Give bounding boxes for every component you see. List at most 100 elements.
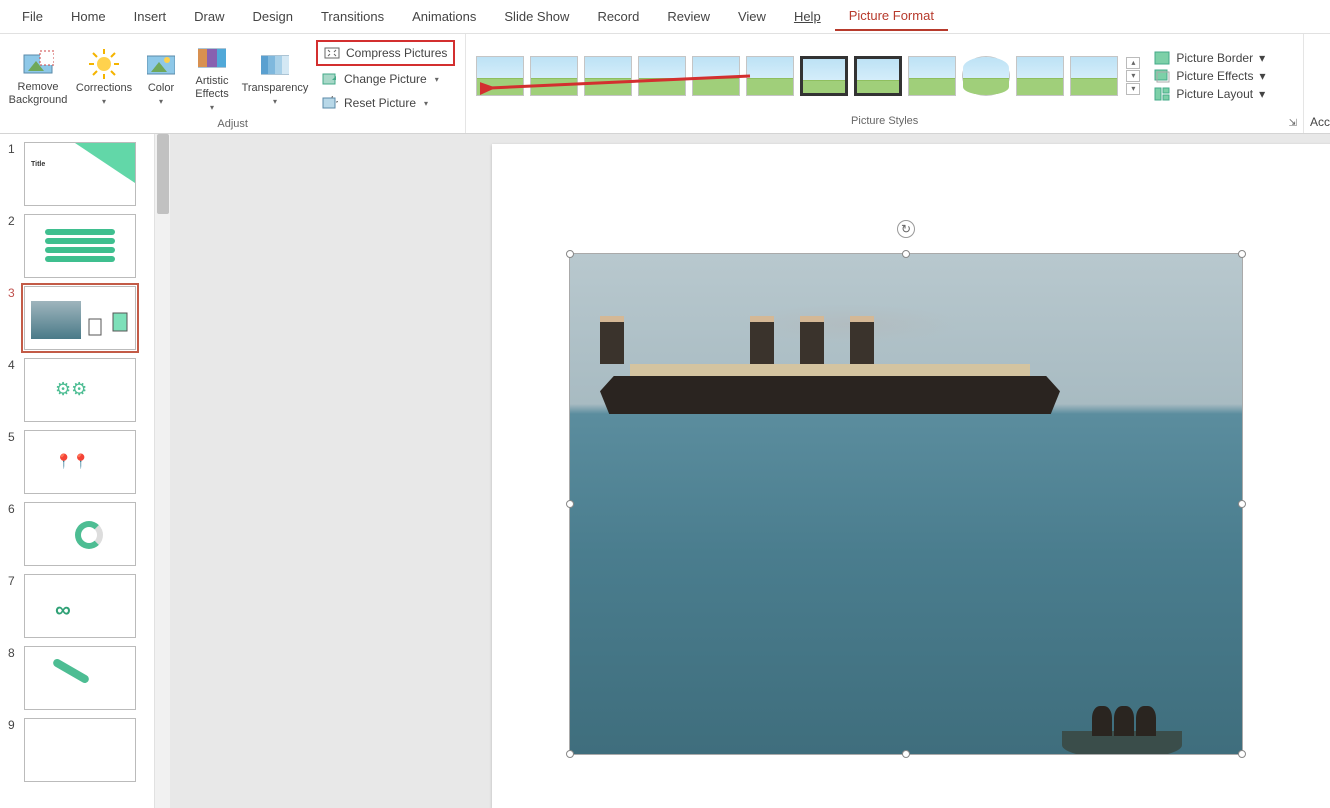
resize-handle[interactable]: [1238, 500, 1246, 508]
ribbon-tabs: File Home Insert Draw Design Transitions…: [0, 0, 1330, 34]
picture-style-option[interactable]: [800, 56, 848, 96]
picture-effects-button[interactable]: Picture Effects ▾: [1154, 69, 1265, 83]
rotate-handle[interactable]: ↻: [897, 220, 915, 238]
tab-animations[interactable]: Animations: [398, 3, 490, 30]
picture-style-option[interactable]: [638, 56, 686, 96]
dialog-launcher-icon[interactable]: ⇲: [1289, 118, 1297, 129]
slide-thumbnail[interactable]: 2: [2, 210, 152, 282]
slide-thumbnail[interactable]: 9: [2, 714, 152, 786]
transparency-label: Transparency: [242, 82, 309, 95]
transparency-icon: [259, 48, 291, 80]
picture-style-option[interactable]: [692, 56, 740, 96]
tab-slideshow[interactable]: Slide Show: [490, 3, 583, 30]
picture-style-option[interactable]: [530, 56, 578, 96]
chevron-down-icon: ▾: [210, 103, 214, 113]
color-icon: [145, 48, 177, 80]
transparency-button[interactable]: Transparency ▾: [240, 39, 310, 115]
picture-style-option[interactable]: [746, 56, 794, 96]
slide-thumbnail[interactable]: 3: [2, 282, 152, 354]
chevron-down-icon: ▾: [273, 97, 277, 107]
adjust-group-label: Adjust: [6, 116, 459, 132]
picture-style-option[interactable]: [1016, 56, 1064, 96]
accessibility-label[interactable]: Acc: [1310, 115, 1330, 129]
remove-background-button[interactable]: Remove Background: [6, 39, 70, 115]
slide-number: 3: [8, 286, 18, 300]
picture-content: [570, 254, 1242, 754]
tab-help[interactable]: Help: [780, 3, 835, 30]
slide-thumbnail[interactable]: 4 ⚙⚙: [2, 354, 152, 426]
corrections-button[interactable]: Corrections ▾: [72, 39, 136, 115]
picture-style-option[interactable]: [476, 56, 524, 96]
tab-draw[interactable]: Draw: [180, 3, 238, 30]
resize-handle[interactable]: [902, 250, 910, 258]
chevron-down-icon: ▾: [435, 75, 439, 84]
picture-style-option[interactable]: [1070, 56, 1118, 96]
change-picture-label: Change Picture: [344, 72, 427, 86]
selected-picture[interactable]: ↻: [570, 254, 1242, 754]
gallery-scroll-up[interactable]: ▴: [1126, 57, 1140, 69]
tab-design[interactable]: Design: [239, 3, 307, 30]
slide-number: 5: [8, 430, 18, 444]
artistic-effects-button[interactable]: Artistic Effects ▾: [186, 39, 238, 115]
slide-thumbnail[interactable]: 7 ∞: [2, 570, 152, 642]
resize-handle[interactable]: [1238, 250, 1246, 258]
tab-file[interactable]: File: [8, 3, 57, 30]
slide-panel-scrollbar[interactable]: [154, 134, 170, 808]
tab-insert[interactable]: Insert: [120, 3, 181, 30]
compress-pictures-label: Compress Pictures: [346, 46, 447, 60]
tab-view[interactable]: View: [724, 3, 780, 30]
tab-transitions[interactable]: Transitions: [307, 3, 398, 30]
chevron-down-icon: ▾: [424, 99, 428, 108]
reset-picture-button[interactable]: Reset Picture ▾: [316, 92, 455, 114]
tab-record[interactable]: Record: [583, 3, 653, 30]
resize-handle[interactable]: [566, 750, 574, 758]
tab-home[interactable]: Home: [57, 3, 120, 30]
main-area: 1 Title 2 3 4 ⚙⚙ 5 📍📍 6: [0, 134, 1330, 808]
slide-thumbnail[interactable]: 8: [2, 642, 152, 714]
color-button[interactable]: Color ▾: [138, 39, 184, 115]
slide-number: 9: [8, 718, 18, 732]
ribbon-group-picture-styles: ▴ ▾ ▾ Picture Border ▾ Picture Effects ▾: [466, 34, 1304, 133]
corrections-label: Corrections: [76, 82, 132, 95]
gallery-expand[interactable]: ▾: [1126, 83, 1140, 95]
resize-handle[interactable]: [1238, 750, 1246, 758]
tab-review[interactable]: Review: [653, 3, 724, 30]
picture-layout-label: Picture Layout: [1176, 87, 1253, 101]
chevron-down-icon: ▾: [102, 97, 106, 107]
tab-picture-format[interactable]: Picture Format: [835, 2, 948, 31]
picture-border-button[interactable]: Picture Border ▾: [1154, 51, 1265, 65]
picture-layout-button[interactable]: Picture Layout ▾: [1154, 87, 1265, 101]
slide-number: 2: [8, 214, 18, 228]
picture-border-icon: [1154, 51, 1170, 65]
slide-thumbnail-panel: 1 Title 2 3 4 ⚙⚙ 5 📍📍 6: [0, 134, 170, 808]
picture-style-option[interactable]: [908, 56, 956, 96]
ribbon-group-accessibility: Acc: [1304, 34, 1330, 133]
gallery-scroll-down[interactable]: ▾: [1126, 70, 1140, 82]
chevron-down-icon: ▾: [1260, 69, 1266, 83]
slide-thumbnail[interactable]: 6: [2, 498, 152, 570]
picture-style-option[interactable]: [854, 56, 902, 96]
slide-number: 8: [8, 646, 18, 660]
slide-thumbnail[interactable]: 5 📍📍: [2, 426, 152, 498]
slide-canvas-area[interactable]: ↻ ⁄⁄⁄: [170, 134, 1330, 808]
slide-list[interactable]: 1 Title 2 3 4 ⚙⚙ 5 📍📍 6: [0, 134, 154, 808]
compress-pictures-button[interactable]: Compress Pictures: [316, 40, 455, 66]
resize-handle[interactable]: [566, 250, 574, 258]
compress-icon: [324, 46, 340, 60]
picture-style-option[interactable]: [584, 56, 632, 96]
remove-background-icon: [22, 47, 54, 79]
ribbon-group-adjust: Remove Background Corrections ▾ Color ▾: [0, 34, 466, 133]
slide-number: 7: [8, 574, 18, 588]
picture-styles-gallery: ▴ ▾ ▾: [472, 52, 1144, 100]
picture-effects-label: Picture Effects: [1176, 69, 1253, 83]
change-picture-button[interactable]: Change Picture ▾: [316, 68, 455, 90]
resize-handle[interactable]: [566, 500, 574, 508]
artistic-effects-icon: [196, 41, 228, 73]
resize-handle[interactable]: [902, 750, 910, 758]
scrollbar-thumb[interactable]: [157, 134, 169, 214]
slide-thumbnail[interactable]: 1 Title: [2, 138, 152, 210]
picture-style-option[interactable]: [962, 56, 1010, 96]
ribbon: Remove Background Corrections ▾ Color ▾: [0, 34, 1330, 134]
artistic-effects-label: Artistic Effects: [195, 75, 228, 101]
corrections-icon: [88, 48, 120, 80]
